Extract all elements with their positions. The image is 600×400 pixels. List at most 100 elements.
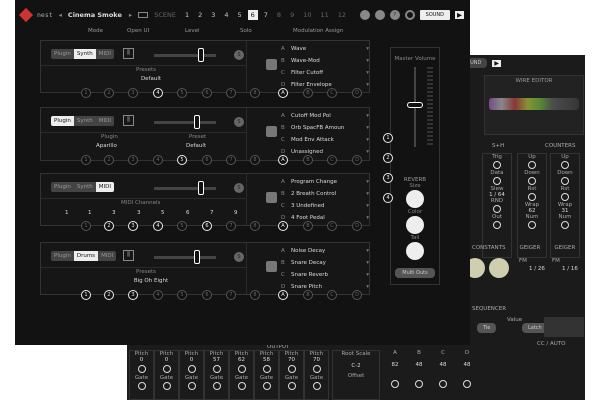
down-jack[interactable] [528,177,536,185]
trig-jack[interactable] [493,161,501,169]
dropdown-arrow-icon[interactable]: ▾ [366,82,369,88]
geiger-title[interactable]: GEIGER [519,245,540,251]
dropdown-arrow-icon[interactable]: ▾ [366,248,369,254]
pitch-value[interactable]: 57 [205,357,228,363]
help-icon[interactable]: ? [389,10,400,20]
open-ui-icon[interactable]: ⫼ [123,48,134,59]
modulation-slot[interactable]: C Snare Reverb ▾ [281,269,369,281]
mode-option[interactable]: Plugin [51,182,74,192]
mod-node-6[interactable]: 6 [202,88,212,98]
modulation-slot[interactable]: A Wave ▾ [281,43,369,55]
pitch-value[interactable]: 0 [155,357,178,363]
mode-option[interactable]: Plugin [51,49,74,59]
mod-node-1[interactable]: 1 [81,155,91,165]
cc-jack[interactable] [439,380,447,388]
master-volume-slider[interactable] [391,62,439,147]
randomize-dice-icon[interactable] [266,261,277,272]
num-jack[interactable] [561,221,569,229]
preset-value[interactable]: Big Oh Eight [111,278,191,284]
mod-node-C[interactable]: C [327,221,337,231]
dropdown-arrow-icon[interactable]: ▾ [366,191,369,197]
midi-channel[interactable]: 7 [210,210,214,216]
mod-node-D[interactable]: D [352,155,362,165]
dropdown-arrow-icon[interactable]: ▾ [366,58,369,64]
pitch-jack[interactable] [187,365,196,373]
level-thumb[interactable] [197,48,204,62]
modulation-slot[interactable]: B Orb SpacFB Amoun ▾ [281,122,369,134]
modulation-slot[interactable]: B Snare Decay ▾ [281,257,369,269]
redo-icon[interactable] [374,10,385,20]
mode-option[interactable]: Synth [73,182,96,192]
fm-value[interactable]: 1 / 26 [529,266,545,272]
gate-jack[interactable] [262,382,271,390]
fm-value-2[interactable]: 1 / 16 [562,266,578,272]
mod-node-A[interactable]: A [278,290,288,300]
geiger-title-2[interactable]: GEIGER [554,245,575,251]
output-1[interactable]: 1 [383,133,393,143]
scene-grid-icon[interactable] [138,12,149,18]
sequencer-display[interactable] [544,317,584,337]
master-volume-thumb[interactable] [407,102,423,108]
mod-node-7[interactable]: 7 [226,221,236,231]
scene-9[interactable]: 9 [287,10,297,20]
up-jack[interactable] [561,161,569,169]
play-icon[interactable]: ▶ [455,11,464,19]
plugin-value[interactable]: Aparillo [96,143,117,149]
mod-node-B[interactable]: B [303,221,313,231]
level-thumb[interactable] [194,115,201,129]
midi-channel[interactable]: 3 [137,210,141,216]
pitch-jack[interactable] [212,365,221,373]
dropdown-arrow-icon[interactable]: ▾ [366,113,369,119]
mod-node-B[interactable]: B [303,88,313,98]
midi-channel[interactable]: 1 [88,210,92,216]
sound-button[interactable]: SOUND [419,10,450,20]
level-thumb[interactable] [194,250,201,264]
dropdown-arrow-icon[interactable]: ▾ [366,70,369,76]
midi-channel[interactable]: 5 [161,210,165,216]
mode-option[interactable]: Drums [73,251,99,261]
multi-outs-button[interactable]: Multi Outs [395,268,435,278]
mod-node-3[interactable]: 3 [128,155,138,165]
level-thumb[interactable] [197,181,204,195]
output-3[interactable]: 3 [383,173,393,183]
mod-node-A[interactable]: A [278,155,288,165]
modulation-slot[interactable]: B 2 Breath Control ▾ [281,188,369,200]
randomize-dice-icon[interactable] [266,192,277,203]
modulation-slot[interactable]: C 3 Undefined ▾ [281,200,369,212]
modulation-slot[interactable]: C Filter Cutoff ▾ [281,67,369,79]
scene-12[interactable]: 12 [335,10,349,20]
gate-jack[interactable] [137,382,146,390]
rst-jack[interactable] [561,193,569,201]
next-preset-icon[interactable]: ▸ [129,11,132,19]
mod-node-C[interactable]: C [327,155,337,165]
open-ui-icon[interactable]: ⫼ [123,250,134,261]
mod-node-4[interactable]: 4 [153,290,163,300]
mod-node-3[interactable]: 3 [128,88,138,98]
color-knob[interactable] [406,216,424,234]
dropdown-arrow-icon[interactable]: ▾ [366,179,369,185]
gate-jack[interactable] [287,382,296,390]
mod-node-B[interactable]: B [303,155,313,165]
tie-button[interactable]: Tie [477,323,497,333]
mod-node-7[interactable]: 7 [226,88,236,98]
mod-node-6[interactable]: 6 [202,221,212,231]
dropdown-arrow-icon[interactable]: ▾ [366,203,369,209]
mod-node-D[interactable]: D [352,290,362,300]
scene-3[interactable]: 3 [208,10,218,20]
dropdown-arrow-icon[interactable]: ▾ [366,149,369,155]
mod-node-3[interactable]: 3 [128,290,138,300]
mode-option[interactable]: Plugin [51,116,74,126]
scene-2[interactable]: 2 [195,10,205,20]
rnd-jack[interactable] [493,205,501,213]
mod-node-A[interactable]: A [278,221,288,231]
mod-node-5[interactable]: 5 [177,221,187,231]
level-slider[interactable] [154,256,216,259]
mod-node-4[interactable]: 4 [153,221,163,231]
settings-gear-icon[interactable] [404,10,415,20]
mod-node-2[interactable]: 2 [104,221,114,231]
play-icon[interactable]: ▶ [492,59,501,67]
mod-node-C[interactable]: C [327,88,337,98]
scene-8[interactable]: 8 [274,10,284,20]
dropdown-arrow-icon[interactable]: ▾ [366,284,369,290]
tail-knob[interactable] [406,242,424,260]
